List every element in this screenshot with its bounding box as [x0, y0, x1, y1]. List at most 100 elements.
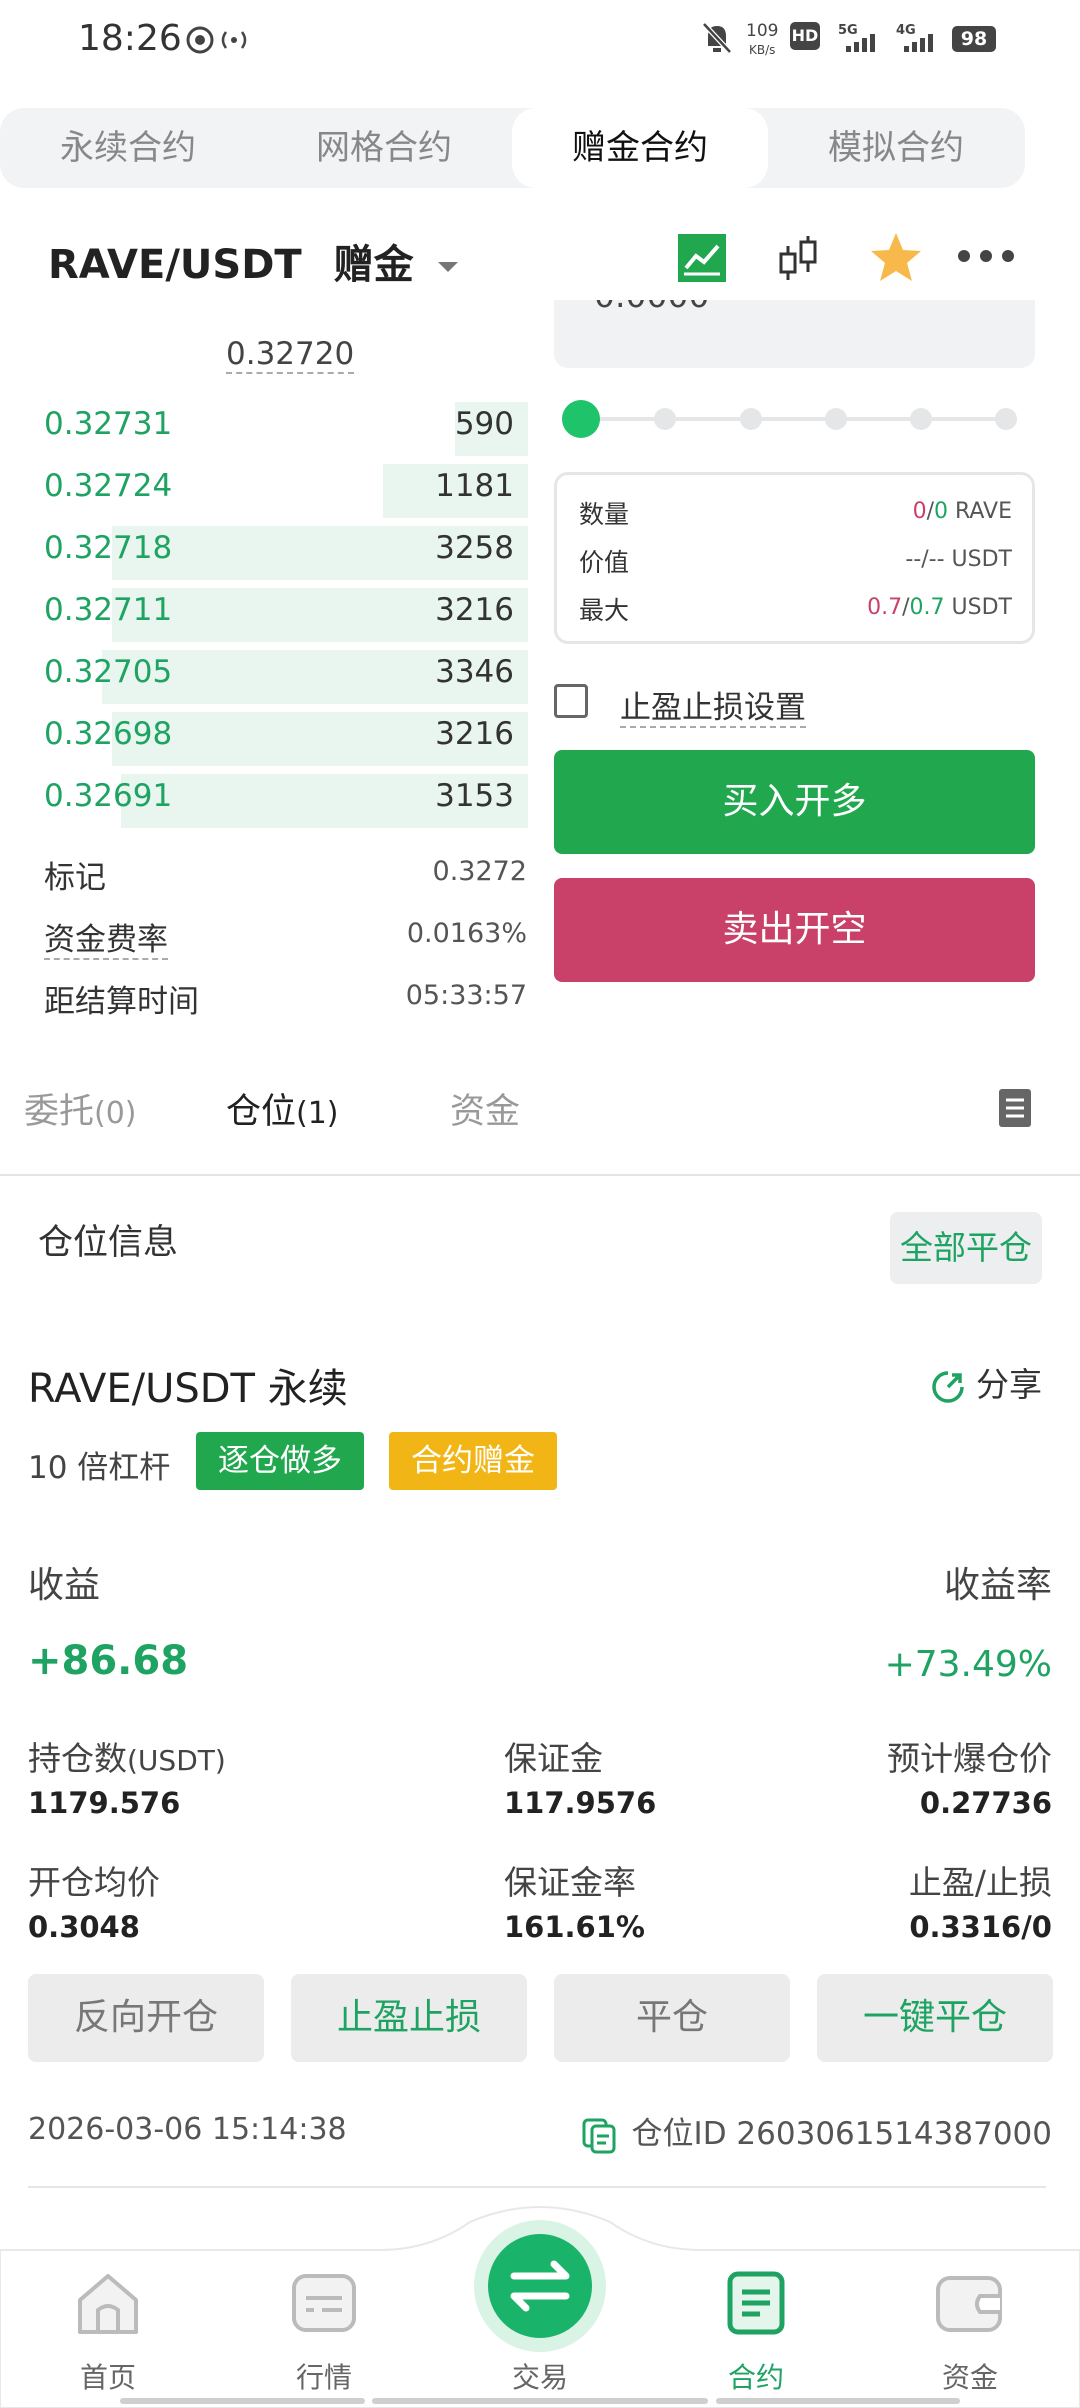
market-icon: [292, 2274, 356, 2332]
nav-home[interactable]: [48, 2270, 168, 2340]
settle-time-label: 距结算时间: [44, 984, 199, 1020]
nav-trade[interactable]: [474, 2220, 606, 2352]
net-speed: 109 KB/s: [746, 21, 779, 57]
orderbook-row[interactable]: 0.32698 3216: [0, 708, 528, 766]
more-icon[interactable]: [956, 246, 1016, 266]
margin-value: 117.9576: [504, 1786, 657, 1820]
orderbook-row[interactable]: 0.32718 3258: [0, 522, 528, 580]
tpsl-checkbox[interactable]: [554, 684, 588, 718]
chart-line-icon[interactable]: [676, 232, 728, 284]
funding-rate-label[interactable]: 资金费率: [44, 914, 168, 960]
tab-perpetual[interactable]: 永续合约: [0, 108, 256, 188]
pnl-label: 收益: [28, 1565, 101, 1606]
slider-track[interactable]: [580, 417, 1010, 421]
tab-demo[interactable]: 模拟合约: [768, 108, 1024, 188]
wallet-icon: [936, 2276, 1002, 2332]
orderbook-row[interactable]: 0.32724 1181: [0, 460, 528, 518]
star-icon[interactable]: [868, 230, 924, 284]
share-button[interactable]: 分享: [930, 1358, 1042, 1406]
notification-icons: [186, 26, 247, 54]
orderbook-qty: 3346: [435, 654, 514, 690]
slider-handle[interactable]: [562, 400, 600, 438]
tab-bonus[interactable]: 赠金合约: [512, 108, 768, 188]
close-all-button[interactable]: 全部平仓: [890, 1212, 1042, 1284]
close-position-button[interactable]: 平仓: [554, 1974, 790, 2062]
orderbook-row[interactable]: 0.32691 3153: [0, 770, 528, 828]
nav-assets[interactable]: [910, 2270, 1030, 2340]
orderbook-price: 0.32731: [44, 406, 173, 442]
qty-value: 0/0 RAVE: [912, 499, 1012, 524]
nav-market[interactable]: [264, 2270, 384, 2340]
one-click-close-button[interactable]: 一键平仓: [817, 1974, 1053, 2062]
divider: [28, 2186, 1046, 2188]
nav-contract[interactable]: [696, 2270, 816, 2340]
document-icon[interactable]: [998, 1088, 1032, 1128]
price-input-value: 0.0000: [594, 300, 709, 315]
tab-grid[interactable]: 网格合约: [256, 108, 512, 188]
roe-value: +73.49%: [884, 1644, 1052, 1685]
mute-bell-icon: [702, 22, 732, 54]
divider: [0, 1174, 1080, 1176]
tab-funds[interactable]: 资金: [450, 1083, 520, 1134]
nav-trade-label: 交易: [511, 2361, 568, 2394]
copy-icon: [582, 2118, 616, 2153]
orderbook-qty: 1181: [435, 468, 514, 504]
chevron-down-icon: [437, 262, 458, 272]
tpsl-button[interactable]: 止盈止损: [291, 1974, 527, 2062]
status-bar: 18:26 109 KB/s HD 5G 4G 98: [0, 0, 1080, 80]
qty-label: 数量: [579, 500, 630, 529]
margin-ratio-label: 保证金率: [504, 1863, 636, 1902]
signal-4g-icon: 4G: [896, 23, 933, 52]
slider-stop[interactable]: [825, 408, 847, 430]
slider-stop[interactable]: [995, 408, 1017, 430]
order-info-box: 数量 0/0 RAVE 价值 --/-- USDT 最大 0.7/0.7 USD…: [554, 472, 1035, 644]
tpsl-value: 0.3316/0: [909, 1910, 1052, 1944]
orderbook-row[interactable]: 0.32711 3216: [0, 584, 528, 642]
slider-stop[interactable]: [740, 408, 762, 430]
home-icon: [78, 2274, 138, 2334]
battery-icon: 98: [952, 26, 996, 52]
contract-icon: [727, 2271, 785, 2335]
price-input[interactable]: 0.0000: [554, 300, 1035, 368]
nav-market-label: 行情: [295, 2361, 352, 2394]
candlestick-icon[interactable]: [776, 232, 822, 284]
slider-stop[interactable]: [910, 408, 932, 430]
entry-price-value: 0.3048: [28, 1910, 140, 1944]
slider-stop[interactable]: [654, 408, 676, 430]
reverse-open-button[interactable]: 反向开仓: [28, 1974, 264, 2062]
orderbook-qty: 3153: [435, 778, 514, 814]
contract-type-tabs: 永续合约 网格合约 赠金合约 模拟合约: [0, 108, 1025, 188]
position-pair: RAVE/USDT 永续: [28, 1366, 348, 1412]
mark-value: 0.3272: [432, 856, 527, 887]
hd-icon: HD: [790, 22, 820, 50]
orderbook-row[interactable]: 0.32705 3346: [0, 646, 528, 704]
tab-orders[interactable]: 委托(0): [24, 1083, 137, 1134]
max-label: 最大: [579, 596, 630, 625]
max-value: 0.7/0.7 USDT: [867, 595, 1012, 620]
tag-bonus: 合约赠金: [389, 1432, 557, 1490]
orderbook-price: 0.32705: [44, 654, 173, 690]
position-info-title: 仓位信息: [38, 1223, 179, 1263]
orderbook-row[interactable]: 0.32731 590: [0, 398, 528, 456]
buy-long-button[interactable]: 买入开多: [554, 750, 1035, 854]
pair-mode: 赠金: [333, 242, 414, 288]
tpsl-label: 止盈/止损: [908, 1863, 1052, 1902]
orderbook-price: 0.32711: [44, 592, 173, 628]
orderbook-price: 0.32718: [44, 530, 173, 566]
last-price[interactable]: 0.32720: [226, 336, 355, 374]
nav-home-label: 首页: [79, 2361, 136, 2394]
leverage: 10 倍杠杆: [28, 1450, 171, 1486]
orderbook-qty: 590: [454, 406, 514, 442]
pnl-value: +86.68: [28, 1638, 189, 1684]
pair-selector[interactable]: RAVE/USDT 赠金: [48, 232, 460, 290]
value-value: --/-- USDT: [905, 547, 1012, 572]
mark-label: 标记: [44, 860, 106, 896]
settle-time-value: 05:33:57: [405, 980, 527, 1011]
pair-name: RAVE/USDT: [48, 242, 302, 288]
position-id[interactable]: 仓位ID 2603061514387000: [582, 2108, 1052, 2154]
svg-text:4G: 4G: [896, 23, 916, 38]
margin-label: 保证金: [504, 1739, 603, 1778]
sell-short-button[interactable]: 卖出开空: [554, 878, 1035, 982]
tab-positions[interactable]: 仓位(1): [226, 1083, 339, 1134]
tpsl-settings-label[interactable]: 止盈止损设置: [620, 682, 806, 728]
